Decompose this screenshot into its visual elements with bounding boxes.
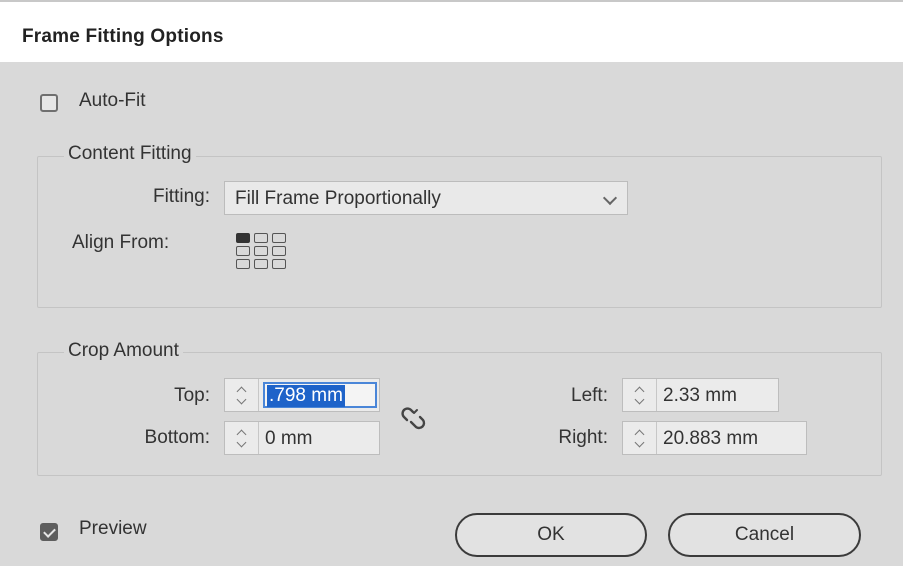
align-middle-left[interactable] (236, 246, 250, 256)
crop-top-stepper[interactable] (225, 379, 259, 411)
cancel-button[interactable]: Cancel (668, 513, 861, 557)
chevron-down-icon (634, 394, 645, 405)
crop-top-label: Top: (174, 385, 210, 406)
align-middle-right[interactable] (272, 246, 286, 256)
fitting-label: Fitting: (152, 186, 210, 207)
align-from-label: Align From: (72, 232, 170, 253)
dialog-body (0, 62, 903, 566)
align-center[interactable] (254, 246, 268, 256)
preview-checkbox[interactable] (40, 523, 58, 541)
crop-left-field[interactable]: 2.33 mm (622, 378, 779, 412)
align-top-right[interactable] (272, 233, 286, 243)
crop-top-field[interactable]: .798 mm (224, 378, 380, 412)
align-bottom-left[interactable] (236, 259, 250, 269)
crop-right-field[interactable]: 20.883 mm (622, 421, 807, 455)
fitting-select[interactable]: Fill Frame Proportionally (224, 181, 628, 215)
crop-right-stepper[interactable] (623, 422, 657, 454)
crop-left-input[interactable]: 2.33 mm (663, 385, 737, 407)
crop-bottom-stepper[interactable] (225, 422, 259, 454)
chevron-down-icon (236, 394, 247, 405)
crop-left-stepper[interactable] (623, 379, 657, 411)
chevron-down-icon (236, 437, 247, 448)
align-bottom-right[interactable] (272, 259, 286, 269)
crop-right-label: Right: (558, 427, 608, 448)
preview-label[interactable]: Preview (79, 518, 147, 540)
content-fitting-title: Content Fitting (64, 143, 196, 165)
crop-bottom-field[interactable]: 0 mm (224, 421, 380, 455)
crop-left-label: Left: (571, 385, 608, 406)
crop-amount-title: Crop Amount (64, 340, 183, 362)
auto-fit-label[interactable]: Auto-Fit (79, 90, 146, 112)
align-from-proxy-grid[interactable] (236, 233, 290, 275)
crop-top-input[interactable]: .798 mm (267, 385, 345, 407)
ok-button[interactable]: OK (455, 513, 647, 557)
dialog-title: Frame Fitting Options (22, 26, 224, 47)
crop-right-input[interactable]: 20.883 mm (663, 428, 758, 450)
dialog-titlebar: Frame Fitting Options (0, 0, 903, 62)
fitting-select-value: Fill Frame Proportionally (235, 188, 441, 209)
chain-link-broken-icon[interactable] (396, 404, 426, 434)
auto-fit-checkbox[interactable] (40, 94, 58, 112)
align-top-left[interactable] (236, 233, 250, 243)
crop-bottom-label: Bottom: (144, 427, 210, 448)
align-top-center[interactable] (254, 233, 268, 243)
crop-bottom-input[interactable]: 0 mm (265, 428, 313, 450)
align-bottom-center[interactable] (254, 259, 268, 269)
crop-amount-group (37, 352, 882, 476)
chevron-down-icon (634, 437, 645, 448)
chevron-down-icon (602, 190, 618, 206)
